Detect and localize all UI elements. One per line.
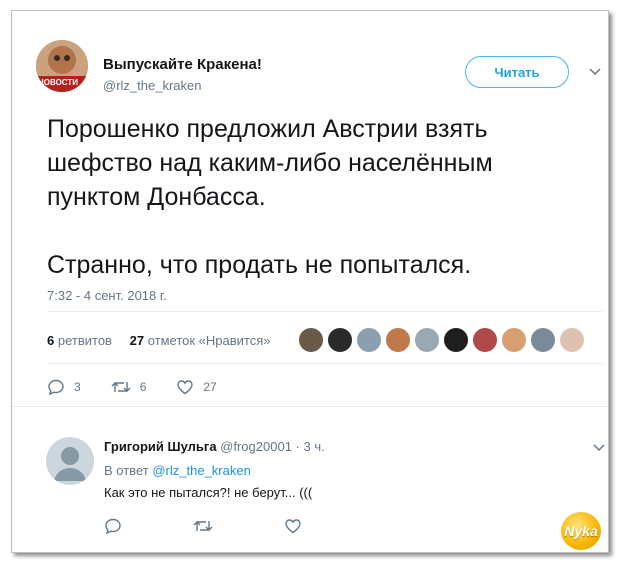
retweets-label: ретвитов bbox=[57, 333, 112, 348]
reply-handle[interactable]: @frog20001 bbox=[220, 439, 292, 454]
liker-avatars bbox=[298, 327, 585, 353]
heart-icon bbox=[177, 380, 194, 395]
reply-count: 3 bbox=[74, 380, 81, 394]
reply-icon bbox=[105, 518, 121, 534]
divider bbox=[47, 311, 602, 312]
chevron-down-icon[interactable] bbox=[588, 67, 602, 77]
reply-to-link[interactable]: @rlz_the_kraken bbox=[152, 463, 250, 478]
avatar-logo-text: НОВОСТИ bbox=[38, 78, 79, 87]
tweet-timestamp[interactable]: 7:32 - 4 сент. 2018 г. bbox=[47, 288, 167, 303]
likes-stat[interactable]: 27 отметок «Нравится» bbox=[130, 333, 271, 348]
reply-text: Как это не пытался?! не берут... ((( bbox=[104, 485, 313, 500]
reply-actions bbox=[104, 518, 373, 534]
author-avatar[interactable]: НОВОСТИ bbox=[36, 40, 88, 92]
like-button[interactable]: 27 bbox=[176, 379, 217, 395]
retweet-button[interactable]: 6 bbox=[111, 379, 147, 395]
watermark-logo: Nyka bbox=[561, 512, 601, 550]
retweet-button[interactable] bbox=[193, 518, 222, 534]
liker-avatar[interactable] bbox=[501, 327, 527, 353]
liker-avatar[interactable] bbox=[414, 327, 440, 353]
liker-avatar[interactable] bbox=[559, 327, 585, 353]
retweet-icon bbox=[111, 382, 131, 392]
liker-avatar[interactable] bbox=[443, 327, 469, 353]
reply-button[interactable]: 3 bbox=[47, 379, 81, 395]
liker-avatar[interactable] bbox=[530, 327, 556, 353]
retweets-count: 6 bbox=[47, 333, 55, 348]
tweet-text: Порошенко предложил Австрии взять шефств… bbox=[47, 115, 493, 279]
reply-time[interactable]: · 3 ч. bbox=[296, 439, 325, 454]
liker-avatar[interactable] bbox=[472, 327, 498, 353]
retweet-stat[interactable]: 6 ретвитов bbox=[47, 333, 112, 348]
tweet-actions: 3 6 27 bbox=[47, 379, 247, 395]
reply-icon bbox=[48, 379, 64, 395]
liker-avatar[interactable] bbox=[298, 327, 324, 353]
divider bbox=[47, 363, 602, 364]
divider bbox=[12, 406, 608, 407]
tweet-card: НОВОСТИ Выпускайте Кракена! @rlz_the_kra… bbox=[11, 10, 609, 553]
liker-avatar[interactable] bbox=[356, 327, 382, 353]
likes-label: отметок «Нравится» bbox=[147, 333, 271, 348]
retweet-count: 6 bbox=[139, 380, 147, 394]
like-count: 27 bbox=[203, 380, 217, 394]
tweet-stats: 6 ретвитов 27 отметок «Нравится» bbox=[47, 333, 284, 348]
liker-avatar[interactable] bbox=[327, 327, 353, 353]
reply-display-name[interactable]: Григорий Шульга bbox=[104, 439, 217, 454]
author-display-name[interactable]: Выпускайте Кракена! bbox=[103, 56, 262, 73]
likes-count: 27 bbox=[129, 333, 145, 348]
chevron-down-icon[interactable] bbox=[592, 443, 606, 453]
liker-avatar[interactable] bbox=[385, 327, 411, 353]
reply-button[interactable] bbox=[104, 518, 131, 534]
retweet-icon bbox=[193, 521, 213, 531]
author-handle[interactable]: @rlz_the_kraken bbox=[103, 78, 201, 93]
heart-icon bbox=[285, 519, 301, 534]
follow-button[interactable]: Читать bbox=[465, 56, 569, 88]
like-button[interactable] bbox=[284, 518, 311, 534]
reply-author-avatar[interactable] bbox=[46, 437, 94, 485]
reply-to-label: В ответ bbox=[104, 463, 149, 478]
reply-header: Григорий Шульга @frog20001 · 3 ч. bbox=[104, 439, 325, 454]
reply-to-line: В ответ @rlz_the_kraken bbox=[104, 463, 251, 478]
